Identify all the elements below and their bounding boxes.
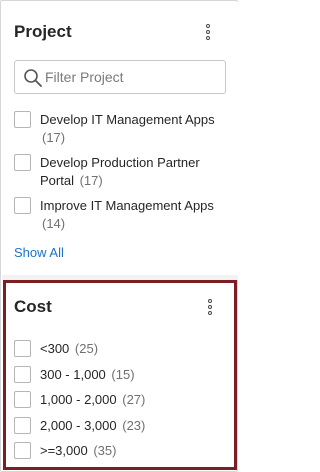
cost-option-text: <300 (25) (40, 340, 98, 358)
cost-option-count: (23) (122, 417, 146, 433)
project-option-text: Develop IT Management Apps (17) (40, 111, 215, 147)
cost-option-checkbox[interactable] (14, 442, 31, 459)
cost-option-label: 300 - 1,000 (40, 366, 106, 382)
project-option[interactable]: Develop IT Management Apps (17) (14, 111, 229, 154)
cost-option-count: (25) (74, 341, 99, 356)
cost-option-label: 2,000 - 3,000 (40, 417, 117, 433)
cost-option[interactable]: >=3,000 (35) (14, 442, 229, 468)
cost-option-checkbox[interactable] (14, 340, 31, 357)
project-option-count: (17) (79, 173, 103, 188)
cost-option-count: (27) (122, 392, 146, 407)
project-search-box (14, 60, 226, 94)
kebab-dot (208, 299, 212, 303)
cost-option[interactable]: 2,000 - 3,000 (23) (14, 416, 229, 443)
cost-option-text: 2,000 - 3,000 (23) (40, 417, 145, 435)
kebab-dot (208, 305, 212, 309)
project-option-checkbox[interactable] (14, 154, 31, 171)
project-option-checkbox[interactable] (14, 111, 31, 128)
kebab-dot (208, 311, 212, 315)
project-option-count: (14) (42, 216, 66, 231)
kebab-dot (206, 24, 210, 28)
cost-option-checkbox[interactable] (14, 391, 31, 408)
project-facet-title: Project (14, 22, 72, 41)
cost-option-label: 1,000 - 2,000 (40, 392, 117, 407)
show-all-link[interactable]: Show All (14, 245, 64, 260)
cost-option-text: >=3,000 (35) (40, 442, 116, 460)
cost-option-count: (15) (111, 366, 135, 382)
cost-option-checkbox[interactable] (14, 365, 31, 383)
cost-option-count: (35) (93, 443, 117, 458)
kebab-dot (206, 30, 210, 34)
project-option[interactable]: Develop Production Partner Portal (17) (14, 154, 229, 197)
search-icon (24, 69, 42, 87)
cost-option[interactable]: <300 (25) (14, 340, 229, 366)
cost-option-label: >=3,000 (40, 443, 88, 458)
facet-panel: Project Develop IT Management Apps (17) (0, 0, 238, 472)
cost-actions-menu-button[interactable] (203, 296, 217, 318)
cost-option-label: <300 (40, 341, 70, 356)
project-option-label: Develop IT Management Apps (40, 112, 215, 127)
project-option-count: (17) (42, 130, 66, 145)
project-option-checkbox[interactable] (14, 197, 31, 214)
project-search-input[interactable] (45, 62, 221, 92)
project-option-label: Develop Production Partner Portal (40, 155, 200, 188)
project-actions-menu-button[interactable] (201, 21, 215, 43)
cost-option-text: 300 - 1,000 (15) (40, 366, 135, 384)
project-option-text: Develop Production Partner Portal (17) (40, 154, 215, 190)
project-option-text: Improve IT Management Apps (14) (40, 197, 215, 233)
cost-facet-title: Cost (14, 297, 52, 316)
cost-option[interactable]: 1,000 - 2,000 (27) (14, 391, 229, 417)
kebab-dot (206, 36, 210, 40)
cost-option-checkbox[interactable] (14, 416, 31, 434)
project-options-list: Develop IT Management Apps (17) Develop … (14, 111, 229, 240)
project-facet: Project Develop IT Management Apps (17) (2, 2, 238, 275)
cost-options-list: <300 (25) 300 - 1,000 (15) 1,000 - 2,000… (14, 340, 229, 468)
cost-option-text: 1,000 - 2,000 (27) (40, 391, 145, 409)
project-option[interactable]: Improve IT Management Apps (14) (14, 197, 229, 240)
project-option-label: Improve IT Management Apps (40, 198, 214, 213)
cost-option[interactable]: 300 - 1,000 (15) (14, 365, 229, 392)
cost-facet: Cost <300 (25) 300 - 1,000 (15) 1,000 - … (3, 280, 237, 470)
